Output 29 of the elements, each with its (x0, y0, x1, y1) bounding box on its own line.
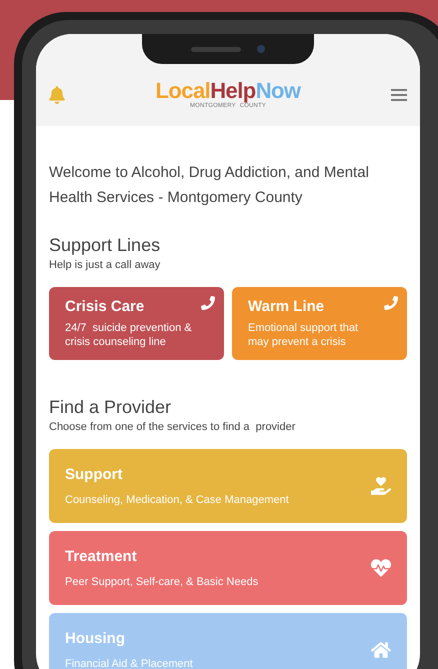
section-title: Find a Provider (49, 396, 172, 418)
house-icon (371, 640, 391, 660)
logo-text: Help (210, 80, 256, 102)
section-title: Support Lines (49, 234, 162, 256)
logo-text: Local (156, 80, 210, 102)
service-card[interactable]: Housing Financial Aid & Placement (49, 613, 407, 669)
menu-icon[interactable] (390, 88, 408, 102)
support-line-card[interactable]: Crisis Care 24/7 suicide prevention & crisis counseling line (49, 287, 224, 360)
card-text: Financial Aid & Placement (65, 657, 193, 669)
card-text: Peer Support, Self-care, & Basic Needs (65, 575, 258, 590)
section-subtitle: Help is just a call away (49, 258, 162, 272)
card-title: Housing (65, 628, 126, 648)
card-title: Treatment (65, 546, 138, 566)
phone-icon (201, 296, 215, 310)
card-title: Crisis Care (65, 297, 146, 317)
card-title: Warm Line (248, 297, 326, 317)
section-subtitle: Choose from one of the services to find a provider (49, 420, 296, 434)
card-text: Emotional support that may prevent a crisis (248, 320, 360, 348)
hand-heart-icon (371, 476, 391, 496)
service-card[interactable]: Treatment Peer Support, Self-care, & Basic Needs (49, 531, 407, 605)
card-text: Counseling, Medication, & Case Management (65, 493, 289, 508)
card-text: 24/7 suicide prevention & crisis counseling line (65, 320, 193, 348)
heartbeat-icon (371, 558, 391, 578)
logo-text: Now (256, 80, 300, 102)
service-card[interactable]: Support Counseling, Medication, & Case Management (49, 449, 407, 523)
support-line-card[interactable]: Warm Line Emotional support that may prevent a crisis (232, 287, 407, 360)
phone-icon (384, 296, 398, 310)
welcome-text: Welcome to Alcohol, Drug Addiction, and Mental Health Services - Montgomery County (49, 163, 370, 208)
card-title: Support (65, 464, 124, 484)
